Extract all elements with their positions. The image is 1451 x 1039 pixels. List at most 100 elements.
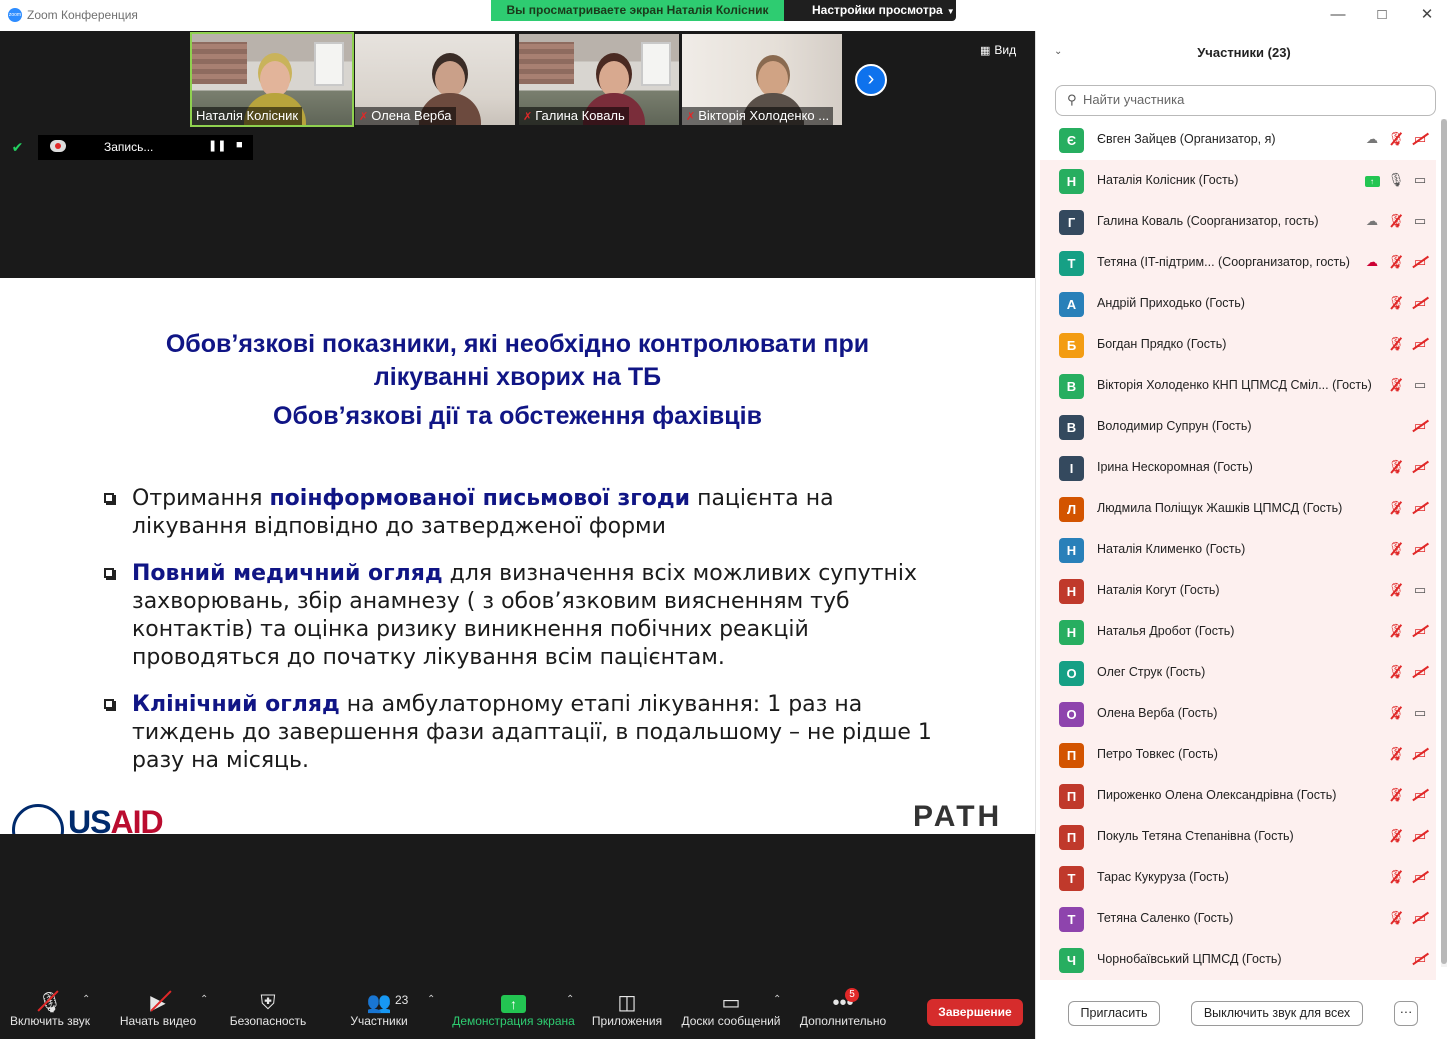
camera-off-icon[interactable]: ▭: [1410, 499, 1430, 517]
participant-row[interactable]: В Вікторія Холоденко КНП ЦПМСД Сміл... (Г…: [1040, 365, 1436, 406]
more-options-button[interactable]: ···: [1394, 1001, 1418, 1026]
camera-off-icon[interactable]: ▭: [1410, 827, 1430, 845]
mic-icon[interactable]: 🎙: [1386, 171, 1406, 189]
camera-off-icon[interactable]: ▭: [1410, 950, 1430, 968]
participant-row[interactable]: П Пироженко Олена Олександрівна (Гость) 🎙 ▭: [1040, 775, 1436, 816]
share-options-caret-icon[interactable]: ⌃: [566, 994, 574, 1005]
participant-row[interactable]: В Володимир Супрун (Гость) ▭: [1040, 406, 1436, 447]
video-thumbnail[interactable]: Наталія Колісник: [190, 32, 354, 127]
mic-off-icon[interactable]: 🎙: [1386, 212, 1406, 230]
camera-off-icon[interactable]: ▭: [1410, 540, 1430, 558]
camera-off-icon[interactable]: ▭: [1410, 745, 1430, 763]
mic-off-icon[interactable]: 🎙: [1386, 253, 1406, 271]
participants-options-caret-icon[interactable]: ⌃: [427, 994, 435, 1005]
participant-row[interactable]: Г Галина Коваль (Соорганизатор, гость) ☁ 🎙 ▭: [1040, 201, 1436, 242]
participant-name: Богдан Прядко (Гость): [1097, 337, 1227, 351]
search-input[interactable]: [1083, 92, 1423, 107]
audio-options-caret-icon[interactable]: ⌃: [82, 994, 90, 1005]
participant-row[interactable]: Т Тетяна (IT-підтрим... (Соорганизатор, г…: [1040, 242, 1436, 283]
participant-search[interactable]: ⚲: [1055, 85, 1436, 116]
camera-off-icon[interactable]: ▭: [1410, 786, 1430, 804]
mute-all-button[interactable]: Выключить звук для всех: [1191, 1001, 1363, 1026]
mic-off-icon[interactable]: 🎙: [1386, 827, 1406, 845]
camera-off-icon[interactable]: ▭: [1410, 622, 1430, 640]
pause-recording-button[interactable]: ❚❚: [208, 139, 226, 152]
mic-off-icon[interactable]: 🎙: [1386, 130, 1406, 148]
camera-off-icon[interactable]: ▭: [1410, 458, 1430, 476]
participant-row[interactable]: Б Богдан Прядко (Гость) 🎙 ▭: [1040, 324, 1436, 365]
invite-button[interactable]: Пригласить: [1068, 1001, 1160, 1026]
maximize-button[interactable]: □: [1367, 4, 1397, 26]
mic-off-icon[interactable]: 🎙: [1386, 786, 1406, 804]
camera-icon[interactable]: ▭: [1410, 704, 1430, 722]
camera-off-icon[interactable]: ▭: [1410, 130, 1430, 148]
scrollbar[interactable]: [1441, 119, 1447, 967]
slide-subtitle: Обов’язкові дії та обстеження фахівців: [273, 402, 762, 430]
view-options-button[interactable]: Настройки просмотра ▼: [784, 0, 956, 21]
participant-row[interactable]: П Петро Товкес (Гость) 🎙 ▭: [1040, 734, 1436, 775]
participant-row[interactable]: Н Наталья Дробот (Гость) 🎙 ▭: [1040, 611, 1436, 652]
camera-off-icon[interactable]: ▭: [1410, 909, 1430, 927]
camera-icon[interactable]: ▭: [1410, 212, 1430, 230]
avatar: Н: [1059, 169, 1084, 194]
mic-off-icon[interactable]: 🎙: [1386, 868, 1406, 886]
mic-off-icon[interactable]: 🎙: [1386, 663, 1406, 681]
participants-panel: ⌄ Участники (23) ⚲ ЄЄвген Зайцев (Органи…: [1035, 31, 1451, 1039]
participant-row[interactable]: Л Людмила Поліщук Жашків ЦПМСД (Гость) 🎙 ▭: [1040, 488, 1436, 529]
participant-row[interactable]: Т Тетяна Саленко (Гость) 🎙 ▭: [1040, 898, 1436, 939]
participant-row[interactable]: О Олег Струк (Гость) 🎙 ▭: [1040, 652, 1436, 693]
participant-row[interactable]: Т Тарас Кукуруза (Гость) 🎙 ▭: [1040, 857, 1436, 898]
participant-row[interactable]: Н Наталія Клименко (Гость) 🎙 ▭: [1040, 529, 1436, 570]
end-meeting-button[interactable]: Завершение: [927, 999, 1023, 1026]
mic-off-icon[interactable]: 🎙: [1386, 622, 1406, 640]
mic-off-icon[interactable]: 🎙: [1386, 745, 1406, 763]
video-thumbnail[interactable]: ✗ Вікторія Холоденко ...: [682, 34, 842, 125]
mic-off-icon[interactable]: 🎙: [1386, 909, 1406, 927]
participant-row[interactable]: П Покуль Тетяна Степанівна (Гость) 🎙 ▭: [1040, 816, 1436, 857]
camera-off-icon[interactable]: ▭: [1410, 335, 1430, 353]
security-button[interactable]: ⛨ Безопасность: [226, 986, 310, 1039]
video-thumbnail[interactable]: ✗ Галина Коваль: [519, 34, 679, 125]
mic-off-icon[interactable]: 🎙: [1386, 704, 1406, 722]
whiteboards-button[interactable]: ▭ Доски сообщений: [678, 986, 784, 1039]
participant-row[interactable]: Н Наталія Колісник (Гость) ↑ 🎙 ▭: [1040, 160, 1436, 201]
close-window-button[interactable]: ✕: [1412, 4, 1442, 26]
view-button[interactable]: ▦ Вид: [980, 43, 1016, 57]
minimize-button[interactable]: —: [1323, 4, 1353, 26]
next-page-arrow-icon[interactable]: ›: [855, 64, 887, 96]
camera-icon[interactable]: ▭: [1410, 581, 1430, 599]
camera-off-icon[interactable]: ▭: [1410, 253, 1430, 271]
apps-button[interactable]: ◫ Приложения: [588, 986, 666, 1039]
mic-off-icon[interactable]: 🎙: [1386, 335, 1406, 353]
participant-row[interactable]: О Олена Верба (Гость) 🎙 ▭: [1040, 693, 1436, 734]
start-video-button[interactable]: ▶ Начать видео: [116, 986, 200, 1039]
whiteboards-options-caret-icon[interactable]: ⌃: [773, 994, 781, 1005]
mic-off-icon[interactable]: 🎙: [1386, 376, 1406, 394]
unmute-button[interactable]: 🎙 Включить звук: [6, 986, 94, 1039]
mic-off-icon[interactable]: 🎙: [1386, 581, 1406, 599]
camera-off-icon[interactable]: ▭: [1410, 663, 1430, 681]
participant-row[interactable]: Н Наталія Когут (Гость) 🎙 ▭: [1040, 570, 1436, 611]
more-dots-icon: •••: [832, 992, 854, 1014]
video-thumbnail[interactable]: ✗ Олена Верба: [355, 34, 515, 125]
participant-row[interactable]: І Ірина Нескоромная (Гость) 🎙 ▭: [1040, 447, 1436, 488]
camera-icon[interactable]: ▭: [1410, 376, 1430, 394]
camera-off-icon[interactable]: ▭: [1410, 868, 1430, 886]
mic-off-icon[interactable]: 🎙: [1386, 499, 1406, 517]
participant-row[interactable]: А Андрій Приходько (Гость) 🎙 ▭: [1040, 283, 1436, 324]
shield-check-icon[interactable]: ✔: [9, 139, 26, 156]
video-options-caret-icon[interactable]: ⌃: [200, 994, 208, 1005]
participant-row[interactable]: Є Євген Зайцев (Организатор, я) ☁ 🎙 ▭: [1040, 119, 1436, 160]
share-screen-button[interactable]: ↑ Демонстрация экрана: [450, 986, 577, 1039]
stop-recording-button[interactable]: ■: [236, 139, 243, 151]
mic-off-icon[interactable]: 🎙: [1386, 540, 1406, 558]
camera-off-icon[interactable]: ▭: [1410, 417, 1430, 435]
scrollbar-thumb[interactable]: [1441, 119, 1447, 964]
camera-off-icon[interactable]: ▭: [1410, 294, 1430, 312]
mic-off-icon[interactable]: 🎙: [1386, 294, 1406, 312]
participant-row[interactable]: Ч Чорнобаївський ЦПМСД (Гость) ▭: [1040, 939, 1436, 980]
participant-name: Пироженко Олена Олександрівна (Гость): [1097, 788, 1337, 802]
more-button[interactable]: ••• Дополнительно: [796, 986, 890, 1039]
mic-off-icon[interactable]: 🎙: [1386, 458, 1406, 476]
camera-icon[interactable]: ▭: [1410, 171, 1430, 189]
